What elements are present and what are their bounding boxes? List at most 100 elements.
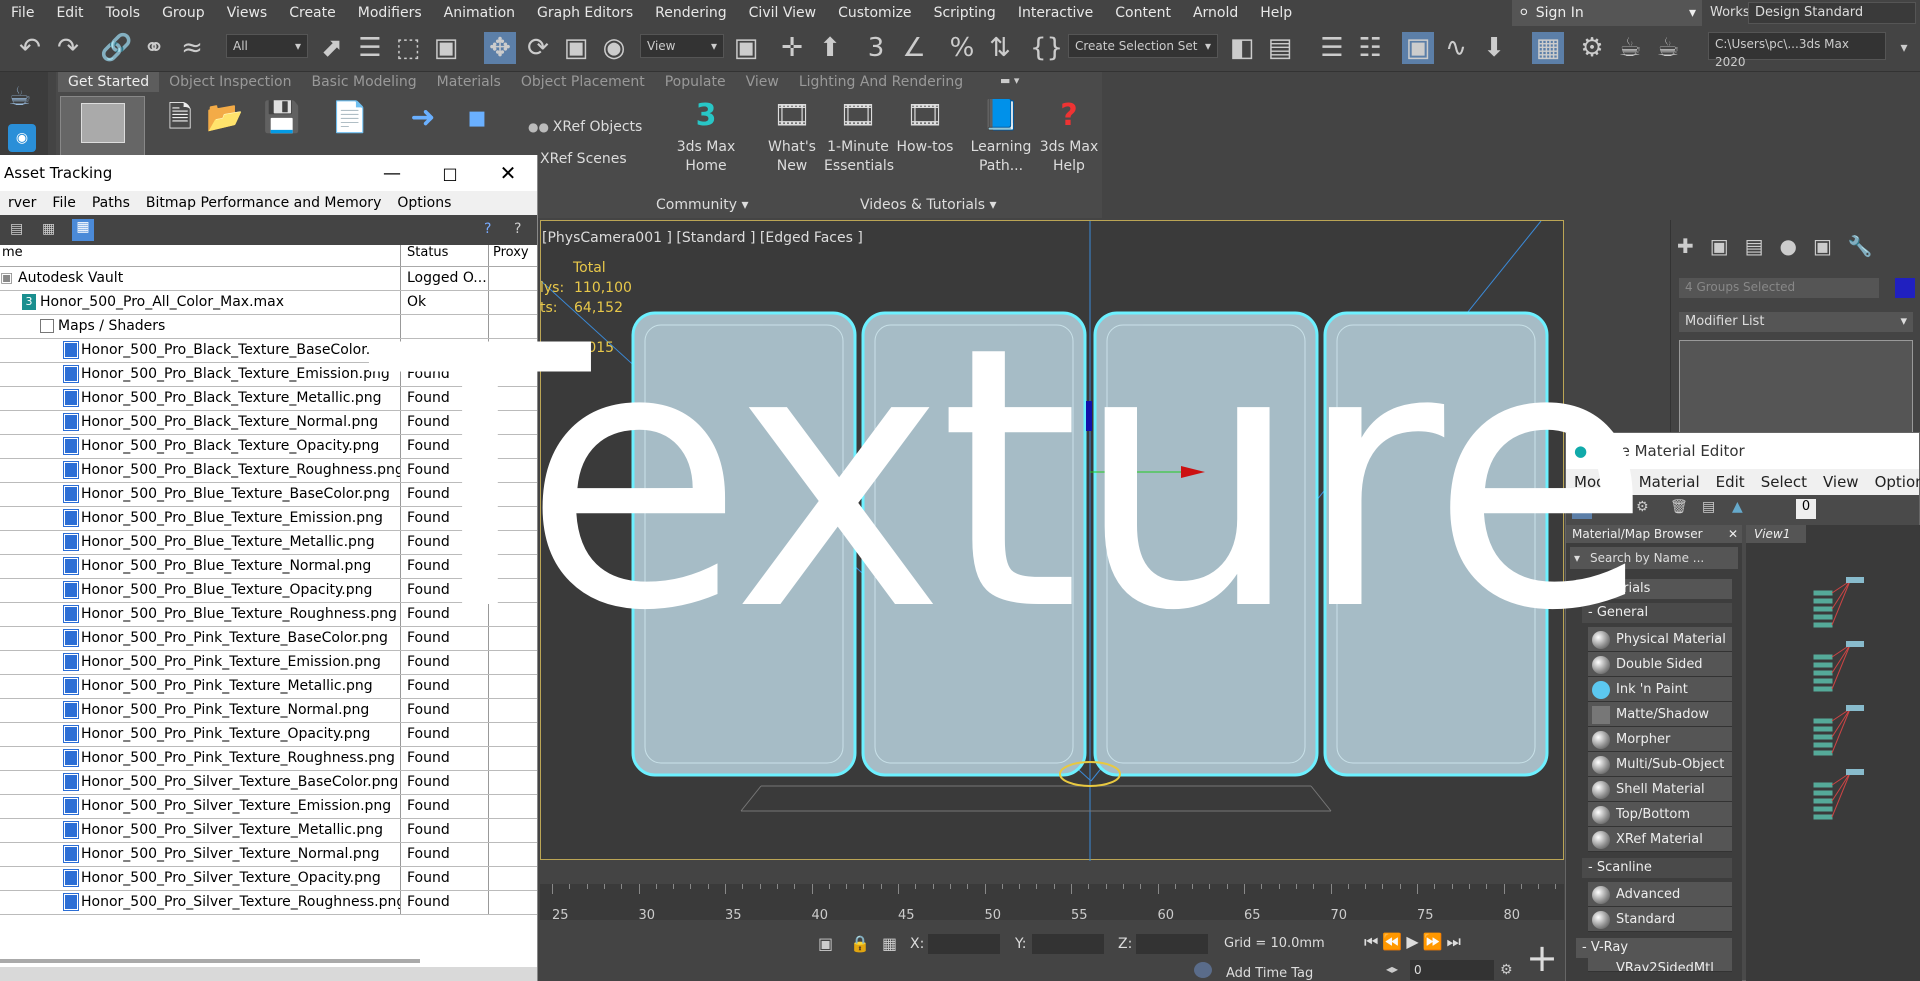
close-icon[interactable]: ✕: [1728, 525, 1738, 543]
material-editor-icon[interactable]: ▦: [1532, 32, 1564, 64]
list-view-icon[interactable]: ▤: [10, 221, 23, 237]
videos-group[interactable]: Videos & Tutorials ▾: [860, 194, 1020, 216]
slate-menu-edit[interactable]: Edit: [1708, 473, 1753, 491]
material-item[interactable]: Top/Bottom: [1588, 802, 1732, 827]
angle-snap-icon[interactable]: ∠: [898, 32, 930, 64]
ribbon-tab-lighting-and-rendering[interactable]: Lighting And Rendering: [789, 72, 973, 92]
xref-objects-button[interactable]: ●● XRef Objects: [528, 118, 642, 137]
material-item[interactable]: Matte/Shadow: [1588, 702, 1732, 727]
asset-menu-rver[interactable]: rver: [0, 195, 44, 211]
material-item[interactable]: Multi/Sub-Object: [1588, 752, 1732, 777]
scale-icon[interactable]: ▣: [560, 32, 592, 64]
time-config-icon[interactable]: ⚙: [1500, 962, 1513, 978]
slate-menu-select[interactable]: Select: [1753, 473, 1815, 491]
table-row[interactable]: Honor_500_Pro_Pink_Texture_Normal.png Fou…: [0, 699, 537, 723]
menu-item-tools[interactable]: Tools: [95, 0, 152, 26]
menu-item-scripting[interactable]: Scripting: [923, 0, 1007, 26]
modifier-stack[interactable]: [1679, 340, 1913, 440]
keyboard-shortcut-icon[interactable]: ⬆: [814, 32, 846, 64]
absolute-mode-icon[interactable]: ▦: [882, 934, 897, 953]
ribbon-tab-view[interactable]: View: [736, 72, 789, 92]
header-status[interactable]: Status: [401, 245, 489, 266]
project-path[interactable]: C:\Users\pc\...3ds Max 2020: [1708, 32, 1886, 69]
key-mode-icon[interactable]: ◂▸: [1386, 962, 1398, 976]
render-setup-icon[interactable]: ⚙: [1576, 32, 1608, 64]
menu-item-content[interactable]: Content: [1104, 0, 1182, 26]
menu-item-rendering[interactable]: Rendering: [644, 0, 738, 26]
one-minute-button[interactable]: 🎞 1-Minute Essentials: [824, 98, 894, 176]
table-view-icon[interactable]: ▦: [72, 219, 94, 241]
community-group[interactable]: Community ▾: [656, 194, 756, 216]
select-manipulate-icon[interactable]: ✛: [776, 32, 808, 64]
selection-name-field[interactable]: 4 Groups Selected: [1679, 278, 1879, 298]
table-row[interactable]: Honor_500_Pro_Silver_Texture_BaseColor.p…: [0, 771, 537, 795]
close-icon[interactable]: ✕: [479, 161, 537, 185]
edit-named-sets-icon[interactable]: {}: [1030, 32, 1063, 64]
table-row[interactable]: Honor_500_Pro_Pink_Texture_Opacity.png Fo…: [0, 723, 537, 747]
import-button[interactable]: ➜: [403, 100, 443, 140]
unlink-icon[interactable]: ⚭: [138, 32, 170, 64]
minimize-icon[interactable]: —: [363, 163, 421, 184]
object-color-swatch[interactable]: [1895, 278, 1915, 298]
material-item[interactable]: Advanced Lighti...: [1588, 882, 1732, 927]
thumbnail-view-icon[interactable]: ▦: [42, 221, 55, 237]
snaps-icon[interactable]: 3: [860, 32, 892, 64]
header-proxy[interactable]: Proxy: [489, 245, 537, 266]
curve-editor-icon[interactable]: ∿: [1440, 32, 1472, 64]
ref-coord-select[interactable]: View ▾: [640, 34, 724, 58]
menu-item-file[interactable]: File: [0, 0, 45, 26]
bind-spacewarp-icon[interactable]: ≈: [176, 32, 208, 64]
horizontal-scrollbar[interactable]: [0, 959, 420, 963]
merge-button[interactable]: ▪: [455, 100, 499, 140]
window-crossing-icon[interactable]: ▣: [430, 32, 462, 64]
y-field[interactable]: [1032, 934, 1104, 954]
menu-item-modifiers[interactable]: Modifiers: [347, 0, 433, 26]
zoom-value-box[interactable]: 0: [1796, 499, 1816, 519]
whats-new-button[interactable]: 🎞 What's New: [758, 98, 826, 176]
viewport-label[interactable]: [PhysCamera001 ] [Standard ] [Edged Face…: [542, 230, 863, 246]
scene-converter-button[interactable]: [60, 96, 145, 156]
help-context-icon[interactable]: ?: [514, 221, 521, 237]
redo-icon[interactable]: ↷: [52, 32, 84, 64]
table-row[interactable]: Honor_500_Pro_Silver_Texture_Opacity.png…: [0, 867, 537, 891]
help-icon[interactable]: ?: [484, 221, 491, 237]
asset-menu-bitmap-performance-and-memory[interactable]: Bitmap Performance and Memory: [138, 195, 389, 211]
asset-menu-options[interactable]: Options: [389, 195, 459, 211]
category-scanline[interactable]: - Scanline: [1582, 858, 1732, 878]
layer-explorer-icon[interactable]: ☷: [1354, 32, 1386, 64]
menu-item-graph-editors[interactable]: Graph Editors: [526, 0, 644, 26]
add-time-tag[interactable]: Add Time Tag: [1226, 966, 1313, 981]
menu-item-interactive[interactable]: Interactive: [1007, 0, 1104, 26]
ribbon-tab-get-started[interactable]: Get Started: [58, 72, 160, 92]
asset-menu-file[interactable]: File: [44, 195, 83, 211]
material-item[interactable]: XRef Material: [1588, 827, 1732, 852]
x-field[interactable]: [928, 934, 1000, 954]
delete-icon[interactable]: 🗑: [1670, 499, 1688, 515]
modifier-list-select[interactable]: Modifier List ▾: [1679, 312, 1913, 332]
material-item[interactable]: VRay2SidedMtl: [1588, 958, 1732, 972]
select-object-icon[interactable]: ⬈: [316, 32, 348, 64]
ribbon-toggle-icon[interactable]: ▣: [1402, 32, 1434, 64]
app-icon[interactable]: ◉: [8, 124, 36, 152]
table-row[interactable]: Honor_500_Pro_Silver_Texture_Roughness.p…: [0, 891, 537, 915]
xref-scenes-button[interactable]: XRef Scenes: [540, 150, 627, 169]
undo-icon[interactable]: ↶: [14, 32, 46, 64]
menu-item-arnold[interactable]: Arnold: [1182, 0, 1249, 26]
menu-item-group[interactable]: Group: [151, 0, 216, 26]
menu-item-edit[interactable]: Edit: [45, 0, 94, 26]
ribbon-tab-object-placement[interactable]: Object Placement: [511, 72, 655, 92]
move-icon[interactable]: ✥: [484, 32, 516, 64]
frame-field[interactable]: 0: [1410, 960, 1494, 980]
chevron-down-icon[interactable]: ▾: [1888, 32, 1920, 64]
render-frame-icon[interactable]: ☕: [1614, 32, 1646, 64]
table-row[interactable]: Honor_500_Pro_Pink_Texture_Roughness.png…: [0, 747, 537, 771]
table-row[interactable]: Honor_500_Pro_Silver_Texture_Emission.pn…: [0, 795, 537, 819]
move-children-icon[interactable]: ▤: [1702, 499, 1715, 515]
rotate-icon[interactable]: ⟳: [522, 32, 554, 64]
sign-in-button[interactable]: ⚪ Sign In ▾: [1512, 0, 1702, 26]
spinner-snap-icon[interactable]: ⇅: [984, 32, 1016, 64]
asset-menu-paths[interactable]: Paths: [84, 195, 138, 211]
menu-item-civil-view[interactable]: Civil View: [738, 0, 827, 26]
open-file-button[interactable]: 📂: [205, 100, 245, 140]
view-area[interactable]: View1: [1746, 525, 1920, 981]
